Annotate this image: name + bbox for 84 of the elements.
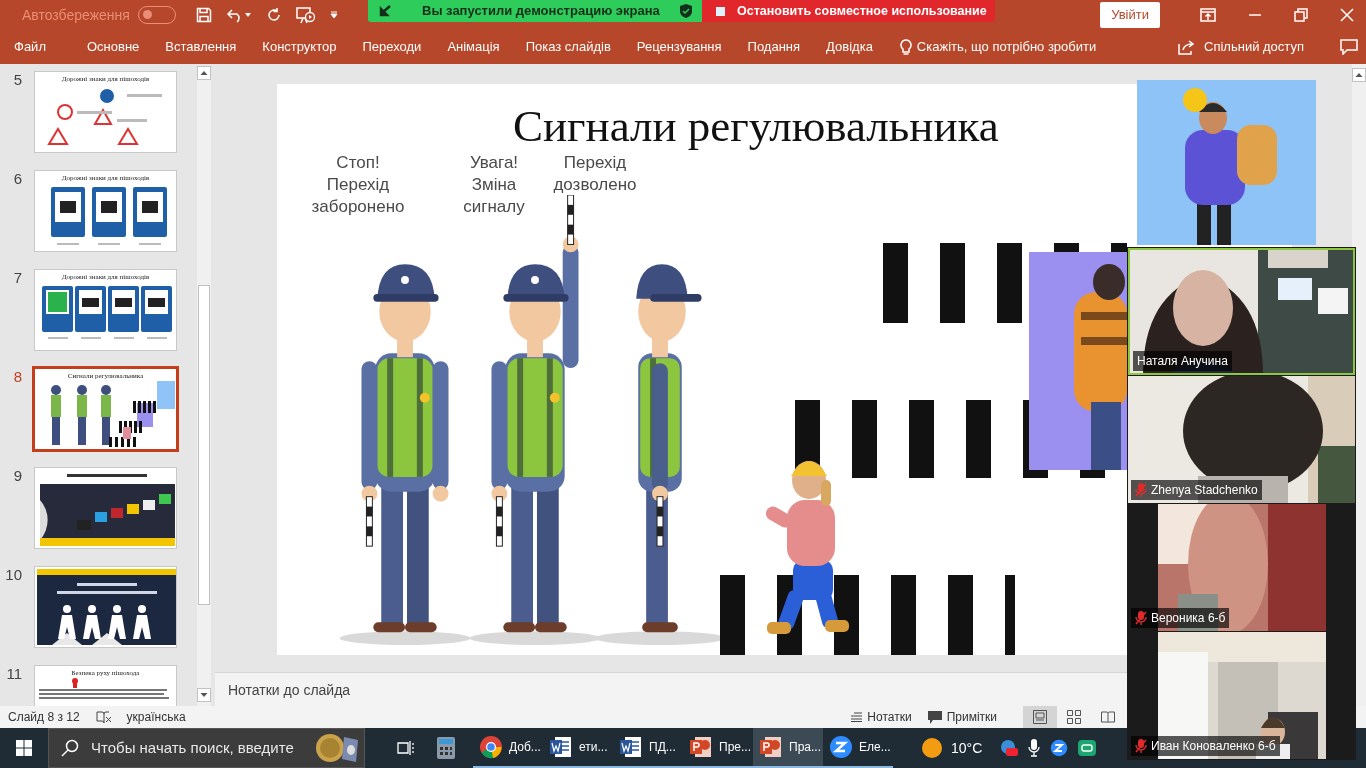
sun-icon[interactable]	[921, 737, 943, 759]
slide-number: 7	[12, 270, 22, 286]
taskbar-app[interactable]: Еле...	[823, 728, 893, 768]
book-icon	[1101, 710, 1115, 724]
scroll-up-icon[interactable]	[1352, 67, 1366, 82]
notification-badge-icon[interactable]	[1000, 739, 1019, 757]
ribbon-tab[interactable]: Довідка	[813, 30, 886, 64]
presentation-icon	[759, 735, 783, 759]
document-icon	[619, 735, 643, 759]
share-button[interactable]: Спільний доступ	[1172, 36, 1310, 58]
windows-start-icon[interactable]	[16, 740, 32, 756]
taskbar-app[interactable]: ПД...	[613, 728, 683, 768]
scroll-up-icon[interactable]	[197, 66, 211, 80]
customize-caret-icon[interactable]	[329, 11, 338, 19]
ribbon-display-icon[interactable]	[1200, 8, 1216, 22]
microphone-icon[interactable]	[1028, 739, 1041, 757]
comment-icon	[927, 710, 942, 724]
caret-icon[interactable]	[243, 11, 252, 19]
sign-in-button[interactable]: Увійти	[1100, 2, 1160, 28]
slide-number: 5	[12, 72, 22, 88]
close-icon[interactable]	[1340, 8, 1354, 22]
search-box[interactable]: Чтобы начать поиск, введите	[48, 728, 365, 768]
slide-number: 8	[12, 369, 22, 385]
ribbon-tab[interactable]: Основне	[73, 30, 153, 64]
lightbulb-icon	[899, 38, 912, 56]
signal-caption: Перехід дозволено	[552, 152, 638, 196]
slide-number: 9	[12, 468, 22, 484]
scroll-down-icon[interactable]	[197, 688, 211, 702]
share-status-text: Вы запустили демонстрацию экрана	[422, 2, 661, 21]
ribbon-tab[interactable]: Подання	[734, 30, 814, 64]
ribbon-tab[interactable]: Переходи	[349, 30, 435, 64]
task-view-icon[interactable]	[397, 740, 415, 756]
participant-name: Иван Коноваленко 6-б	[1151, 738, 1276, 755]
ribbon-tab[interactable]: Показ слайдів	[512, 30, 624, 64]
comments-button[interactable]: Примітки	[919, 708, 1005, 726]
calculator-icon[interactable]	[437, 737, 455, 759]
presentation-icon	[689, 735, 713, 759]
search-field[interactable]: Чтобы начать поиск, введите	[89, 735, 304, 761]
comment-icon[interactable]	[1340, 39, 1358, 55]
autosave-label: Автозбереження	[22, 5, 130, 25]
chat-icon[interactable]	[1078, 740, 1097, 756]
share-icon	[1178, 39, 1197, 55]
ribbon-tab[interactable]: Конструктор	[249, 30, 350, 64]
normal-view-button[interactable]	[1023, 706, 1057, 728]
restore-icon[interactable]	[1294, 8, 1308, 22]
slide-number: 10	[4, 567, 22, 583]
video-meeting-icon	[829, 735, 853, 759]
notes-icon	[850, 712, 863, 722]
taskbar-app[interactable]: ети...	[543, 728, 613, 768]
slide-counter: Слайд 8 з 12	[8, 709, 80, 726]
slide-title: Сигнали регулювальника	[513, 104, 999, 149]
ribbon-tab[interactable]: Вставлення	[152, 30, 250, 64]
stop-icon	[716, 6, 725, 16]
document-icon	[549, 735, 573, 759]
signal-caption: Увага! Зміна сигналу	[462, 152, 526, 218]
accessibility-icon[interactable]	[95, 710, 112, 724]
ribbon-tab[interactable]: Файл	[0, 30, 74, 64]
search-icon	[61, 739, 79, 757]
present-icon[interactable]	[295, 6, 316, 24]
video-meeting-icon[interactable]	[1050, 739, 1069, 757]
participant-name: Вероника 6-б	[1151, 610, 1226, 627]
tell-me-search[interactable]: Скажіть, що потрібно зробити	[916, 37, 1097, 57]
notes-button[interactable]: Нотатки	[842, 708, 920, 726]
shield-icon	[680, 4, 692, 18]
slide-number: 6	[12, 171, 22, 187]
scrollbar-thumb[interactable]	[198, 285, 210, 605]
redo-icon[interactable]	[265, 7, 282, 23]
grid-icon	[1067, 710, 1081, 724]
signal-caption: Стоп! Перехід заборонено	[310, 152, 406, 218]
normal-view-icon	[1033, 710, 1047, 724]
taskbar-app[interactable]: Пра...	[753, 728, 823, 768]
participant-name: Наталя Анучина	[1137, 353, 1228, 370]
chrome-icon	[479, 735, 503, 759]
save-icon[interactable]	[195, 7, 212, 23]
medal-icon	[314, 731, 360, 765]
stop-share-button[interactable]: Остановить совместное использование	[702, 0, 995, 22]
ribbon-tab[interactable]: Анімація	[434, 30, 513, 64]
ribbon-tab[interactable]: Рецензування	[623, 30, 735, 64]
taskbar-app[interactable]: Доб...	[473, 728, 543, 768]
language-indicator[interactable]: українська	[126, 708, 186, 726]
temperature[interactable]: 10°C	[951, 737, 983, 759]
participant-name: Zhenya Stadchenko	[1151, 482, 1258, 499]
arrow-icon	[378, 5, 392, 17]
slide-number: 11	[5, 666, 22, 682]
